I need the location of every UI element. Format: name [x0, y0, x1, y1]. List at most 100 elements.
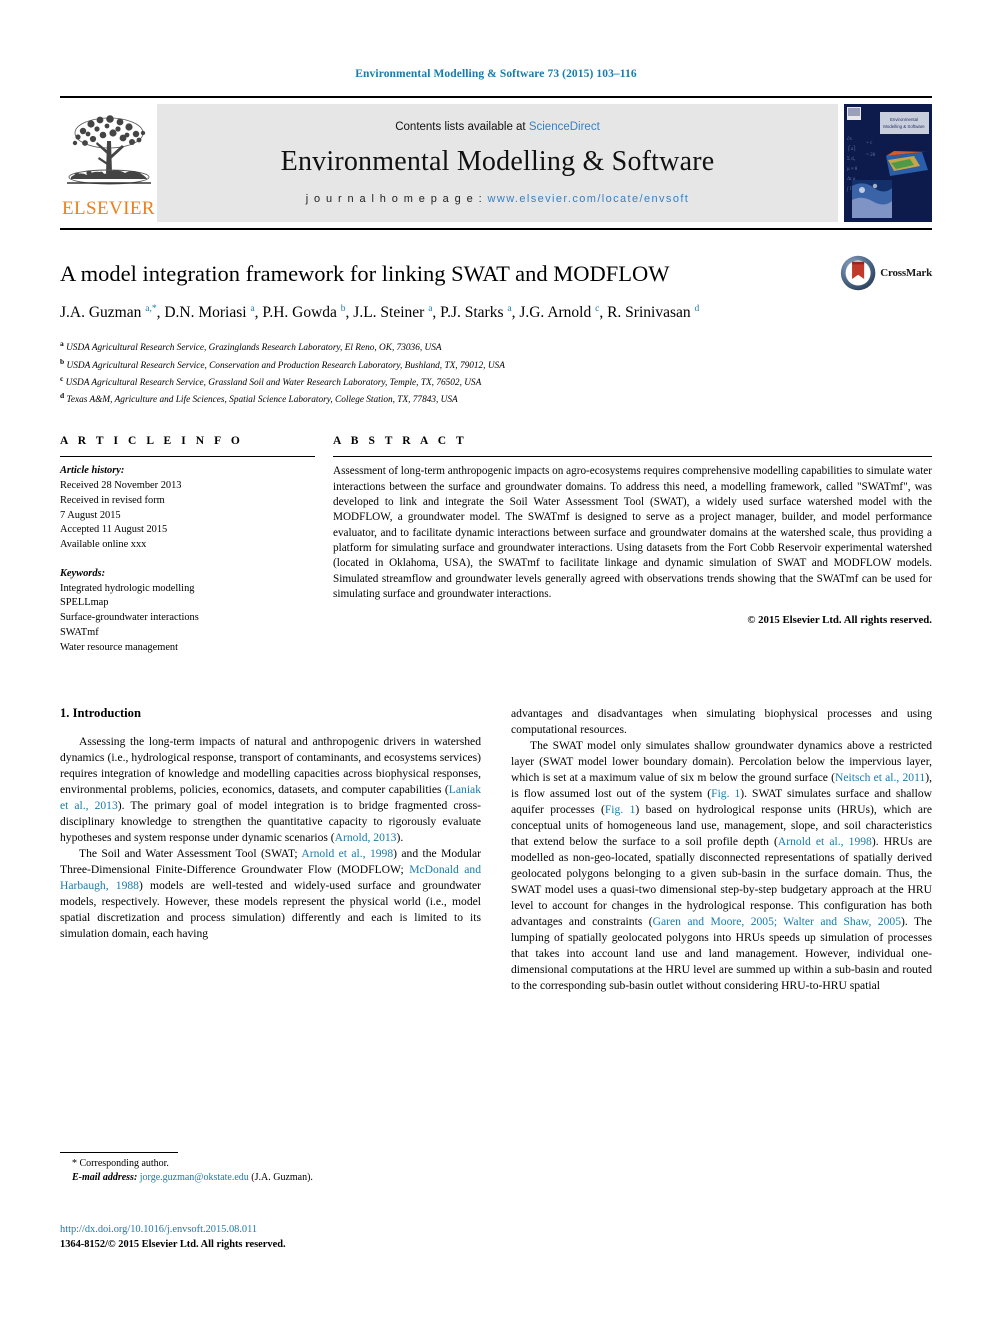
contents-lists-line: Contents lists available at ScienceDirec… [395, 121, 600, 133]
affiliation-a: a USDA Agricultural Research Service, Gr… [60, 338, 932, 355]
banner-bottom-rule [60, 228, 932, 230]
affiliation-mark-c: c [60, 373, 64, 383]
sciencedirect-link[interactable]: ScienceDirect [529, 121, 600, 133]
affiliation-text-a: USDA Agricultural Research Service, Graz… [66, 343, 442, 354]
affiliation-text-c: USDA Agricultural Research Service, Gras… [65, 378, 482, 388]
abstract-text: Assessment of long-term anthropogenic im… [333, 465, 932, 601]
body-column-right: advantages and disadvantages when simula… [511, 706, 932, 995]
article-info-column: A R T I C L E I N F O Article history: R… [60, 435, 315, 669]
article-history-label: Article history: [60, 465, 125, 477]
article-history: Article history: Received 28 November 20… [60, 464, 315, 553]
elsevier-tree-icon [66, 115, 151, 185]
affiliation-mark-a: a [60, 339, 64, 349]
footnote-block: * Corresponding author. E-mail address: … [60, 1152, 481, 1185]
issn-copyright-line: 1364-8152/© 2015 Elsevier Ltd. All right… [60, 1239, 286, 1251]
svg-text:⎧a⎫: ⎧a⎫ [847, 145, 857, 152]
article-info-rule [60, 456, 315, 458]
svg-text:Environmental: Environmental [890, 117, 918, 122]
keyword-2: Surface-groundwater interactions [60, 612, 199, 624]
citation-link[interactable]: Fig. 1 [605, 803, 636, 816]
affiliation-mark-b: b [60, 356, 65, 366]
author-0: J.A. Guzman a,* [60, 303, 157, 321]
email-link[interactable]: jorge.guzman@okstate.edu [140, 1172, 249, 1183]
journal-cover-thumbnail: Environmental Modelling & Software ∂x ⎧a⎫… [844, 104, 932, 222]
abstract-copyright: © 2015 Elsevier Ltd. All rights reserved… [747, 614, 932, 627]
crossmark-badge[interactable]: CrossMark [840, 250, 932, 296]
svg-text:∂x: ∂x [847, 136, 852, 142]
svg-text:Σ dₓ: Σ dₓ [847, 157, 856, 162]
author-5: J.G. Arnold c [519, 303, 600, 321]
article-info-heading: A R T I C L E I N F O [60, 435, 244, 448]
cover-artwork: Environmental Modelling & Software ∂x ⎧a⎫… [844, 104, 932, 222]
homepage-prefix: j o u r n a l h o m e p a g e : [305, 193, 488, 205]
author-3: J.L. Steiner a [353, 303, 433, 321]
corresponding-author-mark: * [72, 1158, 77, 1169]
paragraph-left-1: The Soil and Water Assessment Tool (SWAT… [60, 846, 481, 941]
email-label: E-mail address: [72, 1172, 138, 1184]
author-2: P.H. Gowda b [262, 303, 346, 321]
info-abstract-row: A R T I C L E I N F O Article history: R… [60, 435, 932, 669]
affiliation-list: a USDA Agricultural Research Service, Gr… [60, 338, 932, 407]
svg-text:μ ≈ θ: μ ≈ θ [847, 167, 858, 172]
section-title-introduction: 1. Introduction [60, 705, 141, 720]
author-list: J.A. Guzman a,*, D.N. Moriasi a, P.H. Go… [60, 303, 700, 321]
history-item-0: Received 28 November 2013 [60, 480, 182, 492]
paragraph-right-0: advantages and disadvantages when simula… [511, 706, 932, 736]
title-block: CrossMark A model integration framework … [60, 255, 932, 407]
affiliation-text-d: Texas A&M, Agriculture and Life Sciences… [66, 395, 458, 406]
contents-prefix: Contents lists available at [395, 121, 529, 133]
footnote-rule [60, 1152, 178, 1153]
paragraph-left-0: Assessing the long-term impacts of natur… [60, 734, 482, 844]
author-4: P.J. Starks a [440, 303, 512, 321]
abstract-heading: A B S T R A C T [333, 435, 468, 448]
corresponding-author-label: Corresponding author. [79, 1158, 169, 1169]
keyword-4: Water resource management [60, 641, 179, 653]
citation-link[interactable]: Arnold et al., 1998 [778, 835, 872, 848]
svg-text:= 2θ: = 2θ [866, 153, 876, 158]
affiliation-b: b USDA Agricultural Research Service, Co… [60, 356, 932, 373]
author-1: D.N. Moriasi a [164, 303, 255, 321]
author-6: R. Srinivasan d [607, 303, 700, 321]
journal-homepage-line: j o u r n a l h o m e p a g e : www.else… [306, 193, 690, 205]
citation-link[interactable]: Arnold, 2013 [335, 831, 397, 844]
journal-banner: ELSEVIER Contents lists available at Sci… [60, 96, 932, 222]
body-column-left: 1. Introduction Assessing the long-term … [60, 706, 481, 995]
history-item-4: Available online xxx [60, 539, 147, 551]
crossmark-label: CrossMark [880, 267, 932, 279]
journal-title: Environmental Modelling & Software [280, 146, 715, 177]
citation-link[interactable]: Neitsch et al., 2011 [835, 771, 925, 784]
banner-center: Contents lists available at ScienceDirec… [157, 104, 838, 222]
affiliation-text-b: USDA Agricultural Research Service, Cons… [66, 360, 505, 371]
email-line: E-mail address: jorge.guzman@okstate.edu… [60, 1171, 481, 1185]
running-head: Environmental Modelling & Software 73 (2… [355, 68, 637, 80]
elsevier-logo: ELSEVIER [60, 104, 157, 222]
svg-text:+ c: + c [866, 141, 873, 146]
history-item-3: Accepted 11 August 2015 [60, 524, 168, 536]
citation-link[interactable]: McDonald and Harbaugh, 1988 [60, 863, 481, 892]
keyword-0: Integrated hydrologic modelling [60, 582, 195, 594]
affiliation-d: d Texas A&M, Agriculture and Life Scienc… [60, 390, 932, 407]
affiliation-mark-d: d [60, 391, 65, 401]
affiliation-c: c USDA Agricultural Research Service, Gr… [60, 373, 932, 390]
citation-link[interactable]: Arnold et al., 1998 [301, 847, 393, 860]
abstract-column: A B S T R A C T Assessment of long-term … [333, 435, 932, 669]
keywords-group: Keywords: Integrated hydrologic modellin… [60, 567, 315, 656]
corresponding-author-line: * Corresponding author. [60, 1157, 481, 1171]
citation-link[interactable]: Fig. 1 [711, 787, 740, 800]
keywords-label: Keywords: [60, 567, 106, 579]
body-columns: 1. Introduction Assessing the long-term … [60, 706, 932, 995]
doi-block: http://dx.doi.org/10.1016/j.envsoft.2015… [60, 1222, 490, 1252]
doi-link[interactable]: http://dx.doi.org/10.1016/j.envsoft.2015… [60, 1222, 490, 1237]
svg-text:Modelling & Software: Modelling & Software [883, 124, 925, 129]
paper-page: Environmental Modelling & Software 73 (2… [0, 0, 992, 1323]
keyword-1: SPELLmap [60, 597, 109, 609]
page-title: A model integration framework for linkin… [60, 261, 670, 286]
paragraph-right-1: The SWAT model only simulates shallow gr… [511, 738, 933, 993]
history-item-1: Received in revised form [60, 494, 165, 506]
homepage-url-link[interactable]: www.elsevier.com/locate/envsoft [488, 193, 690, 205]
crossmark-icon [840, 255, 876, 291]
keyword-3: SWATmf [60, 627, 99, 638]
abstract-rule [333, 456, 932, 458]
citation-link[interactable]: Garen and Moore, 2005; Walter and Shaw, … [653, 915, 901, 928]
citation-link[interactable]: Laniak et al., 2013 [60, 783, 481, 812]
